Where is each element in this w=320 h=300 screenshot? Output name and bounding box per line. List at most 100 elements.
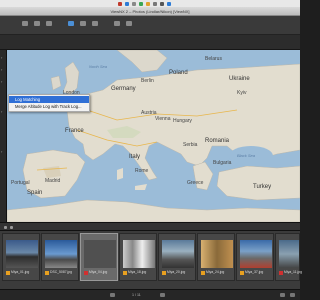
main-toolbar bbox=[0, 16, 300, 35]
browser-icon bbox=[22, 21, 28, 26]
thumbnail-filename: Miya_04.jpg bbox=[89, 270, 108, 274]
fullscreen-icon bbox=[46, 21, 52, 26]
flag-icon bbox=[45, 271, 49, 275]
photo-thumbnail bbox=[84, 240, 116, 268]
thumbnail[interactable]: DSC_5087.jpg bbox=[41, 233, 79, 281]
app-icon[interactable] bbox=[160, 1, 164, 6]
map-label: Greece bbox=[187, 180, 204, 186]
next-icon[interactable] bbox=[160, 293, 165, 297]
toolbar-compare-button[interactable] bbox=[90, 19, 100, 28]
toolbar-edit-button[interactable] bbox=[78, 19, 88, 28]
app-icon[interactable] bbox=[132, 1, 136, 6]
map-subbar bbox=[0, 35, 300, 50]
map-label: Belarus bbox=[205, 56, 222, 62]
filmstrip-toggle-icon[interactable] bbox=[10, 226, 13, 229]
thumbnail-filename: Miya_01.jpg bbox=[11, 270, 30, 274]
thumbnail[interactable]: Miya_37.jpg bbox=[236, 233, 274, 281]
page-indicator: 1 / 11 bbox=[132, 293, 141, 297]
app-icon[interactable] bbox=[118, 1, 122, 6]
thumbnail[interactable]: Miya_11.jpg bbox=[275, 233, 303, 281]
system-menubar bbox=[0, 0, 300, 7]
map-label: Bulgaria bbox=[213, 160, 232, 166]
app-icon[interactable] bbox=[146, 1, 150, 6]
toolbar-upload-button[interactable] bbox=[124, 19, 134, 28]
compare-icon bbox=[92, 21, 98, 26]
thumbnail-filename: Miya_24.jpg bbox=[206, 270, 225, 274]
photo-thumbnail bbox=[6, 240, 38, 268]
toolbar-browser-button[interactable] bbox=[20, 19, 30, 28]
map-label: Black Sea bbox=[237, 153, 256, 158]
map-label: Ukraine bbox=[229, 76, 250, 82]
map-label: Kyiv bbox=[237, 90, 247, 96]
app-icon[interactable] bbox=[139, 1, 143, 6]
window-title: ViewNX 2 – Photos (Lindlar/Nikon) [ViewN… bbox=[110, 9, 190, 14]
context-menu: Log Matching Merge Altitude Log with Tra… bbox=[8, 94, 90, 112]
map-label: Rome bbox=[135, 168, 149, 174]
flag-icon bbox=[201, 271, 205, 275]
map-label: Poland bbox=[169, 70, 188, 76]
map-label: Portugal bbox=[11, 180, 30, 186]
map-label: Serbia bbox=[183, 142, 198, 148]
flag-icon bbox=[279, 271, 283, 275]
upload-icon bbox=[126, 21, 132, 26]
thumbnail[interactable]: Miya_04.jpg bbox=[80, 233, 118, 281]
photo-thumbnail bbox=[123, 240, 155, 268]
toolbar-viewer-button[interactable] bbox=[32, 19, 42, 28]
thumbnail-filename: Miya_11.jpg bbox=[284, 270, 303, 274]
thumbnail[interactable]: Miya_24.jpg bbox=[197, 233, 235, 281]
app-icon[interactable] bbox=[153, 1, 157, 6]
map-label: Romania bbox=[205, 138, 230, 144]
thumbnail-filename: Miya_37.jpg bbox=[245, 270, 264, 274]
thumbnail[interactable]: Miya_20.jpg bbox=[158, 233, 196, 281]
chevron-right-icon[interactable]: › bbox=[1, 150, 6, 154]
thumbnail-filename: Miya_20.jpg bbox=[167, 270, 186, 274]
photo-thumbnail bbox=[45, 240, 77, 268]
map-label: Hungary bbox=[173, 118, 192, 124]
chevron-right-icon[interactable]: › bbox=[1, 68, 6, 72]
bottom-bar: 1 / 11 bbox=[0, 289, 300, 300]
map-label: France bbox=[65, 128, 84, 134]
map-label: Italy bbox=[129, 154, 141, 160]
map-label: Berlin bbox=[141, 78, 154, 84]
map-label: Vienna bbox=[155, 116, 171, 122]
chevron-right-icon[interactable]: › bbox=[1, 80, 6, 84]
thumbnail[interactable]: Miya_01.jpg bbox=[2, 233, 40, 281]
flag-icon bbox=[162, 271, 166, 275]
map-label: Turkey bbox=[253, 184, 272, 190]
map-label: North Sea bbox=[89, 64, 108, 69]
thumbnail-filename: DSC_5087.jpg bbox=[50, 270, 73, 274]
filmstrip-header bbox=[0, 222, 300, 231]
chevron-right-icon[interactable]: › bbox=[1, 56, 6, 60]
log-matching-menu-item[interactable]: Log Matching bbox=[9, 96, 89, 103]
filmstrip-toggle-icon[interactable] bbox=[4, 226, 7, 229]
merge-altitude-log-menu-item[interactable]: Merge Altitude Log with Track Log... bbox=[9, 103, 89, 110]
thumbnail-filename: Miya_18.jpg bbox=[128, 270, 147, 274]
map-view[interactable]: Poland Germany Ukraine France Italy Spai… bbox=[7, 50, 300, 222]
photo-thumbnail bbox=[201, 240, 233, 268]
edit-icon bbox=[80, 21, 86, 26]
map-label: Madrid bbox=[45, 178, 61, 184]
flag-icon bbox=[84, 271, 88, 275]
window-titlebar[interactable]: ViewNX 2 – Photos (Lindlar/Nikon) [ViewN… bbox=[0, 7, 300, 16]
app-icon[interactable] bbox=[125, 1, 129, 6]
map-land bbox=[7, 50, 300, 222]
previous-icon[interactable] bbox=[110, 293, 115, 297]
settings-icon[interactable] bbox=[290, 293, 295, 297]
flag-icon bbox=[240, 271, 244, 275]
filmstrip: Miya_01.jpg DSC_5087.jpg Miya_04.jpg Miy… bbox=[0, 231, 303, 289]
flag-icon bbox=[123, 271, 127, 275]
photo-thumbnail bbox=[162, 240, 194, 268]
chevron-right-icon[interactable]: › bbox=[1, 110, 6, 114]
left-panel: › › › › › bbox=[0, 50, 7, 222]
map-icon bbox=[68, 21, 74, 26]
zoom-icon[interactable] bbox=[280, 293, 285, 297]
photo-thumbnail bbox=[240, 240, 272, 268]
toolbar-fullscreen-button[interactable] bbox=[44, 19, 54, 28]
thumbnail[interactable]: Miya_18.jpg bbox=[119, 233, 157, 281]
toolbar-map-button[interactable] bbox=[66, 19, 76, 28]
map-label: Spain bbox=[27, 190, 43, 196]
viewer-icon bbox=[34, 21, 40, 26]
toolbar-share-button[interactable] bbox=[112, 19, 122, 28]
app-icon[interactable] bbox=[167, 1, 171, 6]
flag-icon bbox=[6, 271, 10, 275]
